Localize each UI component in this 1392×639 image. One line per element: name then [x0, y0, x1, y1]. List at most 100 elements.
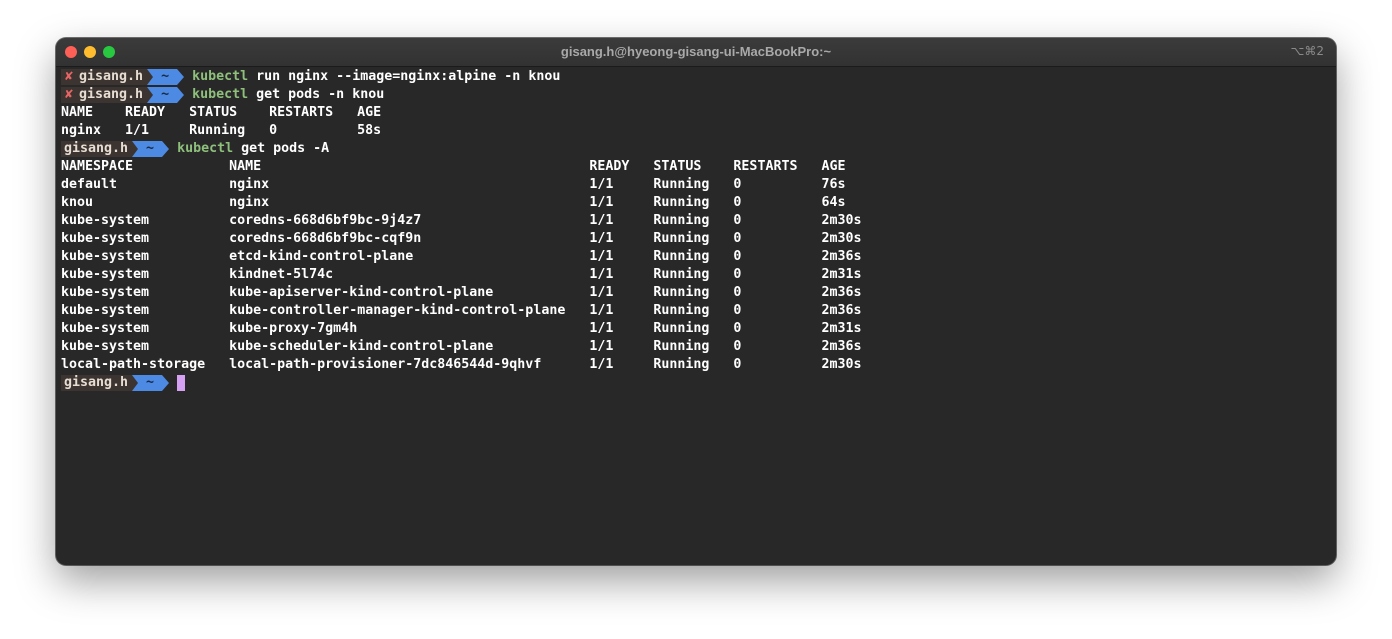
table-cell: kube-system — [61, 321, 150, 336]
table-cell: kube-system — [61, 285, 150, 300]
prompt-dir: ~ — [138, 375, 163, 391]
text-cursor[interactable] — [177, 375, 186, 391]
table-row: kube-system kube-controller-manager-kind-… — [61, 302, 1331, 320]
table-cell: knou — [61, 195, 94, 210]
table-cell: Running — [653, 339, 710, 354]
window-shortcut: ⌥⌘2 — [1290, 44, 1324, 58]
table-cell: 1/1 — [589, 231, 614, 246]
terminal-window[interactable]: gisang.h@hyeong-gisang-ui-MacBookPro:~ ⌥… — [56, 38, 1336, 565]
table-cell: 0 — [733, 177, 742, 192]
table-cell: 2m36s — [821, 303, 862, 318]
column-header: READY — [125, 105, 166, 120]
column-header: AGE — [357, 105, 382, 120]
table-cell: Running — [653, 177, 710, 192]
prompt-user: gisang.h — [64, 141, 129, 156]
prompt-user-segment: ✘ gisang.h — [61, 69, 148, 85]
prompt-line: ✘ gisang.h ~ kubectl get pods -n knou — [61, 86, 1331, 104]
prompt-user-segment: gisang.h — [61, 141, 133, 157]
table-cell: 1/1 — [589, 177, 614, 192]
table-cell: 58s — [357, 123, 382, 138]
prompt-end-icon — [177, 69, 185, 85]
table-cell: 1/1 — [125, 123, 150, 138]
prompt-user: gisang.h — [79, 87, 144, 102]
table-row: kube-system kindnet-5l74c 1/1 Running 0 2m31s — [61, 266, 1331, 284]
table-cell: local-path-provisioner-7dc846544d-9qhvf — [229, 357, 542, 372]
table-cell: etcd-kind-control-plane — [229, 249, 414, 264]
command-name: kubectl — [192, 87, 249, 102]
table-row: kube-system etcd-kind-control-plane 1/1 Run… — [61, 248, 1331, 266]
column-header: RESTARTS — [269, 105, 334, 120]
table-cell: Running — [653, 321, 710, 336]
table-cell: 2m36s — [821, 339, 862, 354]
error-status-icon: ✘ — [65, 87, 74, 102]
table-cell: 0 — [733, 321, 742, 336]
table-cell: Running — [653, 267, 710, 282]
table-row: default nginx 1/1 Running 0 76s — [61, 176, 1331, 194]
column-header: NAME — [61, 105, 94, 120]
table-cell: kube-system — [61, 303, 150, 318]
table-cell: kube-apiserver-kind-control-plane — [229, 285, 494, 300]
table-cell: Running — [653, 303, 710, 318]
table-cell: kube-system — [61, 339, 150, 354]
table-cell: 0 — [733, 357, 742, 372]
terminal-output[interactable]: ✘ gisang.h ~ kubectl run nginx --image=ngin… — [61, 68, 1331, 565]
table-cell: kube-controller-manager-kind-control-pla… — [229, 303, 566, 318]
table-cell: kube-system — [61, 231, 150, 246]
column-header: STATUS — [189, 105, 238, 120]
table-cell: 0 — [733, 267, 742, 282]
table-header: NAME READY STATUS RESTARTS AGE — [61, 104, 1331, 122]
column-header: READY — [589, 159, 630, 174]
prompt-user-segment: gisang.h — [61, 375, 133, 391]
table-cell: local-path-storage — [61, 357, 206, 372]
prompt-line: gisang.h ~ — [61, 374, 1331, 392]
command-name: kubectl — [192, 69, 249, 84]
table-cell: 1/1 — [589, 339, 614, 354]
window-title: gisang.h@hyeong-gisang-ui-MacBookPro:~ — [560, 44, 832, 59]
column-header: RESTARTS — [733, 159, 798, 174]
table-cell: Running — [653, 357, 710, 372]
table-cell: 1/1 — [589, 285, 614, 300]
table-cell: 2m31s — [821, 321, 862, 336]
table-cell: 0 — [733, 213, 742, 228]
table-cell: 76s — [821, 177, 846, 192]
table-cell: 1/1 — [589, 195, 614, 210]
table-row: kube-system kube-scheduler-kind-control-p… — [61, 338, 1331, 356]
table-cell: 1/1 — [589, 213, 614, 228]
title-bar[interactable]: gisang.h@hyeong-gisang-ui-MacBookPro:~ ⌥… — [56, 38, 1336, 67]
prompt-end-icon — [162, 375, 170, 391]
table-cell: 0 — [733, 195, 742, 210]
table-cell: Running — [189, 123, 246, 138]
table-cell: Running — [653, 231, 710, 246]
table-cell: 0 — [733, 303, 742, 318]
table-cell: 2m30s — [821, 231, 862, 246]
table-cell: kube-system — [61, 249, 150, 264]
command-args: get pods -A — [233, 141, 330, 156]
error-status-icon: ✘ — [65, 69, 74, 84]
column-header: NAMESPACE — [61, 159, 134, 174]
table-cell: 2m36s — [821, 285, 862, 300]
table-cell: kube-system — [61, 213, 150, 228]
table-cell: Running — [653, 249, 710, 264]
table-row: kube-system coredns-668d6bf9bc-9j4z7 1/1 Ru… — [61, 212, 1331, 230]
prompt-end-icon — [162, 141, 170, 157]
column-header: STATUS — [653, 159, 702, 174]
prompt-dir: ~ — [153, 87, 178, 103]
table-cell: default — [61, 177, 118, 192]
table-cell: kube-proxy-7gm4h — [229, 321, 358, 336]
table-row: kube-system kube-apiserver-kind-control-p… — [61, 284, 1331, 302]
table-cell: 2m30s — [821, 213, 862, 228]
table-cell: kube-scheduler-kind-control-plane — [229, 339, 494, 354]
table-cell: 2m30s — [821, 357, 862, 372]
table-cell: 1/1 — [589, 321, 614, 336]
table-cell: kindnet-5l74c — [229, 267, 334, 282]
table-row: kube-system kube-proxy-7gm4h 1/1 Running 0 2m… — [61, 320, 1331, 338]
command-args: get pods -n knou — [248, 87, 385, 102]
table-row: knou nginx 1/1 Running 0 64s — [61, 194, 1331, 212]
table-cell: 0 — [733, 285, 742, 300]
table-cell: nginx — [229, 195, 270, 210]
prompt-line: ✘ gisang.h ~ kubectl run nginx --image=ngin… — [61, 68, 1331, 86]
table-cell: 0 — [733, 249, 742, 264]
table-cell: 0 — [269, 123, 278, 138]
table-cell: 0 — [733, 339, 742, 354]
command-name: kubectl — [177, 141, 234, 156]
